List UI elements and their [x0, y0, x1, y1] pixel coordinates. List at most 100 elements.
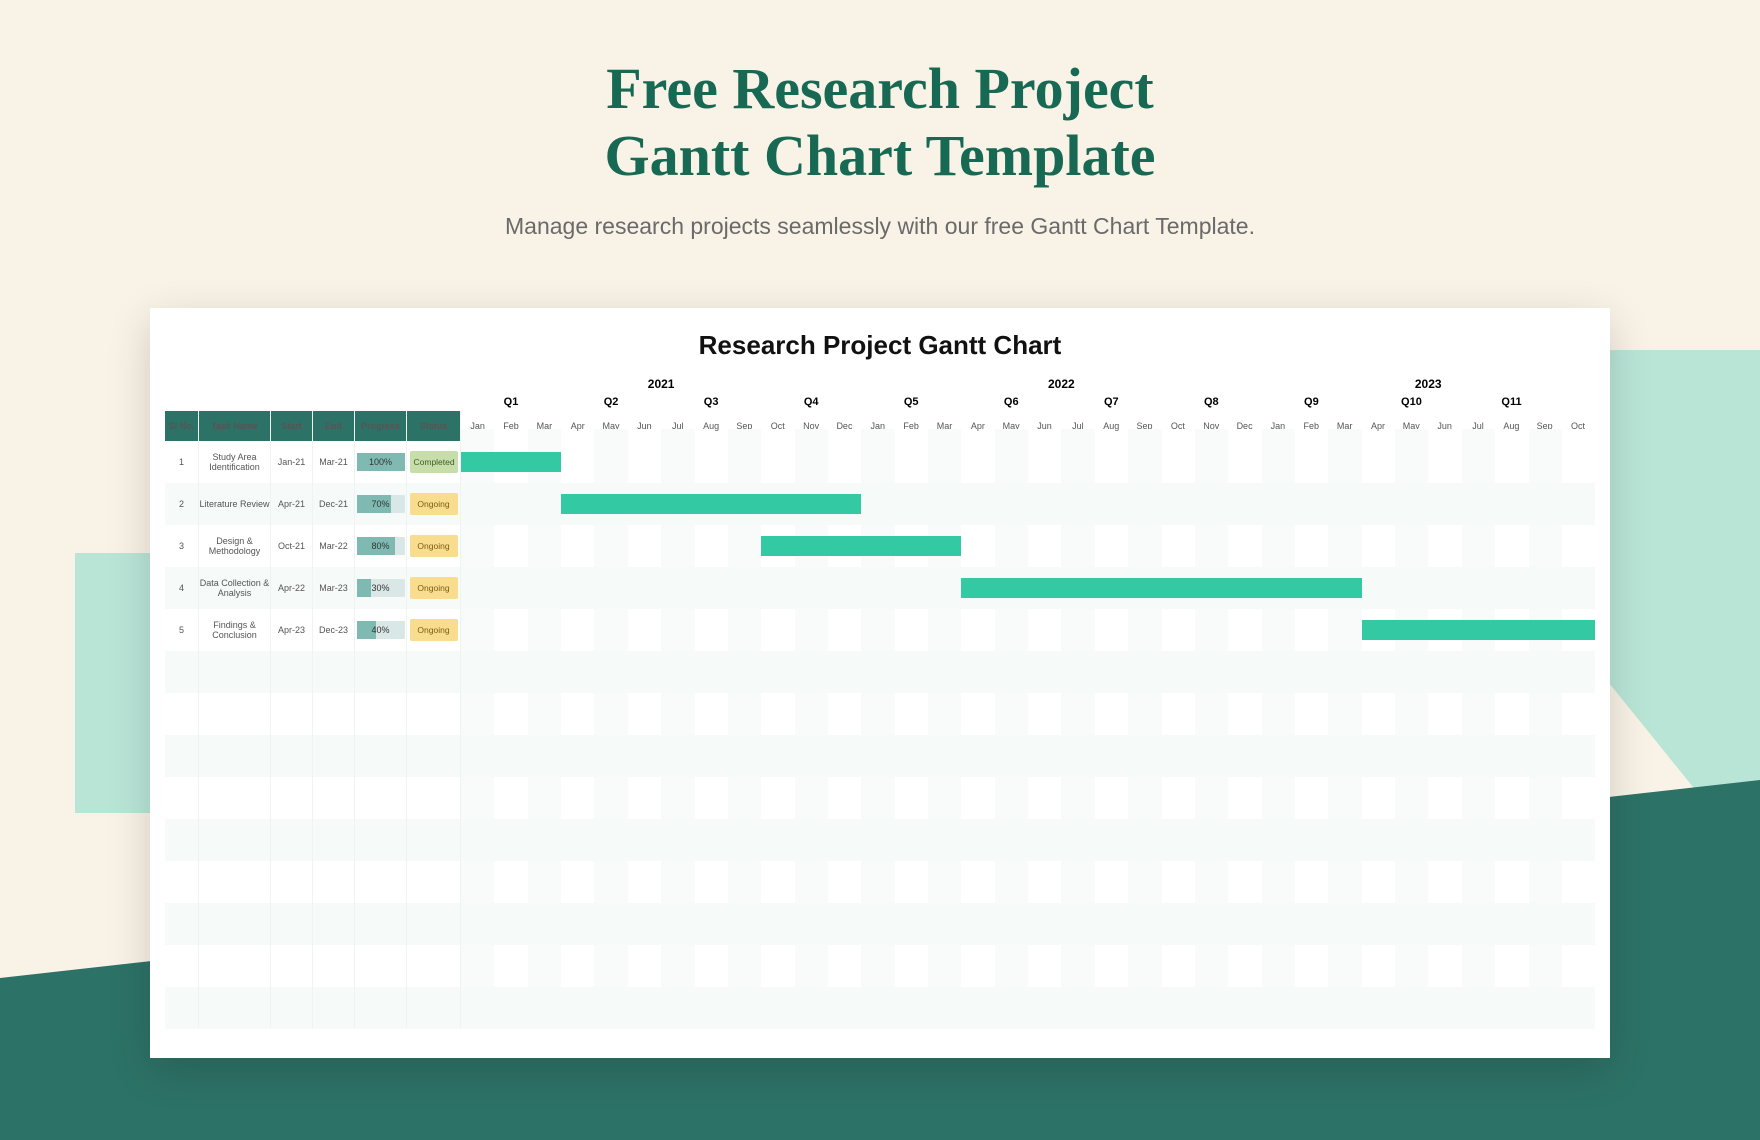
cell-status: Ongoing [407, 525, 461, 567]
status-badge: Completed [410, 451, 458, 473]
table-row-empty [165, 903, 1595, 945]
cell-slno: 5 [165, 609, 199, 651]
month-label: Jul [661, 417, 694, 435]
progress-label: 100% [369, 457, 392, 467]
cell-end: Mar-22 [313, 525, 355, 567]
cell-slno: 3 [165, 525, 199, 567]
timeline-lane [461, 567, 1595, 609]
month-label: May [995, 417, 1028, 435]
cell-status: Ongoing [407, 567, 461, 609]
gantt-bar [961, 578, 1361, 598]
month-label: Aug [1495, 417, 1528, 435]
cell-start: Jan-21 [271, 441, 313, 483]
month-label: Jun [1428, 417, 1461, 435]
quarter-label: Q7 [1061, 393, 1161, 411]
col-status: Status [407, 411, 461, 441]
cell-slno: 2 [165, 483, 199, 525]
month-label: Apr [1361, 417, 1394, 435]
month-label: Sep [728, 417, 761, 435]
month-label: Jan [1261, 417, 1294, 435]
cell-progress: 80% [355, 525, 407, 567]
table-row: 1Study Area IdentificationJan-21Mar-21 10… [165, 441, 1595, 483]
quarters-row: Q1Q2Q3Q4Q5Q6Q7Q8Q9Q10Q11 [165, 393, 1595, 411]
cell-progress: 100% [355, 441, 407, 483]
gantt-bar [561, 494, 861, 514]
month-label: Jul [1461, 417, 1494, 435]
month-label: Mar [528, 417, 561, 435]
timeline-lane [461, 441, 1595, 483]
table-row-empty [165, 945, 1595, 987]
timeline-lane [461, 483, 1595, 525]
month-label: Jun [1028, 417, 1061, 435]
month-label: Jan [861, 417, 894, 435]
table-row-empty [165, 735, 1595, 777]
header-row: Sl No. Task Name Start End Progress Stat… [165, 411, 1595, 441]
cell-task: Data Collection & Analysis [199, 567, 271, 609]
chart-title: Research Project Gantt Chart [160, 330, 1600, 361]
table-row-empty [165, 861, 1595, 903]
month-label: Mar [1328, 417, 1361, 435]
month-label: Oct [1561, 417, 1594, 435]
timeline-lane [461, 525, 1595, 567]
quarter-label: Q1 [461, 393, 561, 411]
month-label: May [594, 417, 627, 435]
month-label: Sep [1528, 417, 1561, 435]
month-label: May [1395, 417, 1428, 435]
quarter-label: Q6 [961, 393, 1061, 411]
month-label: Jul [1061, 417, 1094, 435]
month-label: Nov [1195, 417, 1228, 435]
month-label: Mar [928, 417, 961, 435]
month-label: Oct [1161, 417, 1194, 435]
month-label: Feb [1295, 417, 1328, 435]
cell-progress: 70% [355, 483, 407, 525]
month-label: Feb [894, 417, 927, 435]
cell-task: Findings & Conclusion [199, 609, 271, 651]
month-label: Jan [461, 417, 494, 435]
cell-task: Study Area Identification [199, 441, 271, 483]
progress-label: 40% [371, 625, 389, 635]
quarter-label: Q8 [1161, 393, 1261, 411]
month-label: Aug [694, 417, 727, 435]
cell-end: Mar-21 [313, 441, 355, 483]
month-label: Jun [628, 417, 661, 435]
page-subtitle: Manage research projects seamlessly with… [0, 213, 1760, 240]
quarter-label: Q2 [561, 393, 661, 411]
gantt-bar [461, 452, 561, 472]
col-task: Task Name [199, 411, 271, 441]
table-row-empty [165, 651, 1595, 693]
gantt-bar [761, 536, 961, 556]
month-label: Oct [761, 417, 794, 435]
status-badge: Ongoing [410, 535, 458, 557]
status-badge: Ongoing [410, 577, 458, 599]
cell-start: Oct-21 [271, 525, 313, 567]
title-line-2: Gantt Chart Template [605, 123, 1156, 188]
cell-status: Ongoing [407, 483, 461, 525]
gantt-grid: 202120222023 Q1Q2Q3Q4Q5Q6Q7Q8Q9Q10Q11 Sl… [165, 375, 1595, 1029]
cell-slno: 1 [165, 441, 199, 483]
cell-end: Dec-23 [313, 609, 355, 651]
years-row: 202120222023 [165, 375, 1595, 393]
table-row: 3Design & MethodologyOct-21Mar-22 80% Ongo… [165, 525, 1595, 567]
table-row: 5Findings & ConclusionApr-23Dec-2340%Ong… [165, 609, 1595, 651]
status-badge: Ongoing [410, 493, 458, 515]
progress-label: 30% [371, 583, 389, 593]
quarter-label: Q3 [661, 393, 761, 411]
cell-start: Apr-23 [271, 609, 313, 651]
month-label: Nov [794, 417, 827, 435]
year-label: 2021 [461, 375, 861, 393]
title-line-1: Free Research Project [606, 56, 1154, 121]
table-row-empty [165, 819, 1595, 861]
col-start: Start [271, 411, 313, 441]
cell-task: Design & Methodology [199, 525, 271, 567]
progress-label: 80% [371, 541, 389, 551]
month-label: Aug [1095, 417, 1128, 435]
bg-small-shape [75, 553, 155, 813]
cell-end: Dec-21 [313, 483, 355, 525]
month-label: Apr [961, 417, 994, 435]
table-row: 4Data Collection & AnalysisApr-22Mar-233… [165, 567, 1595, 609]
cell-start: Apr-21 [271, 483, 313, 525]
month-label: Feb [494, 417, 527, 435]
gantt-card: Research Project Gantt Chart 20212022202… [150, 308, 1610, 1058]
page-title: Free Research Project Gantt Chart Templa… [0, 56, 1760, 189]
month-label: Sep [1128, 417, 1161, 435]
